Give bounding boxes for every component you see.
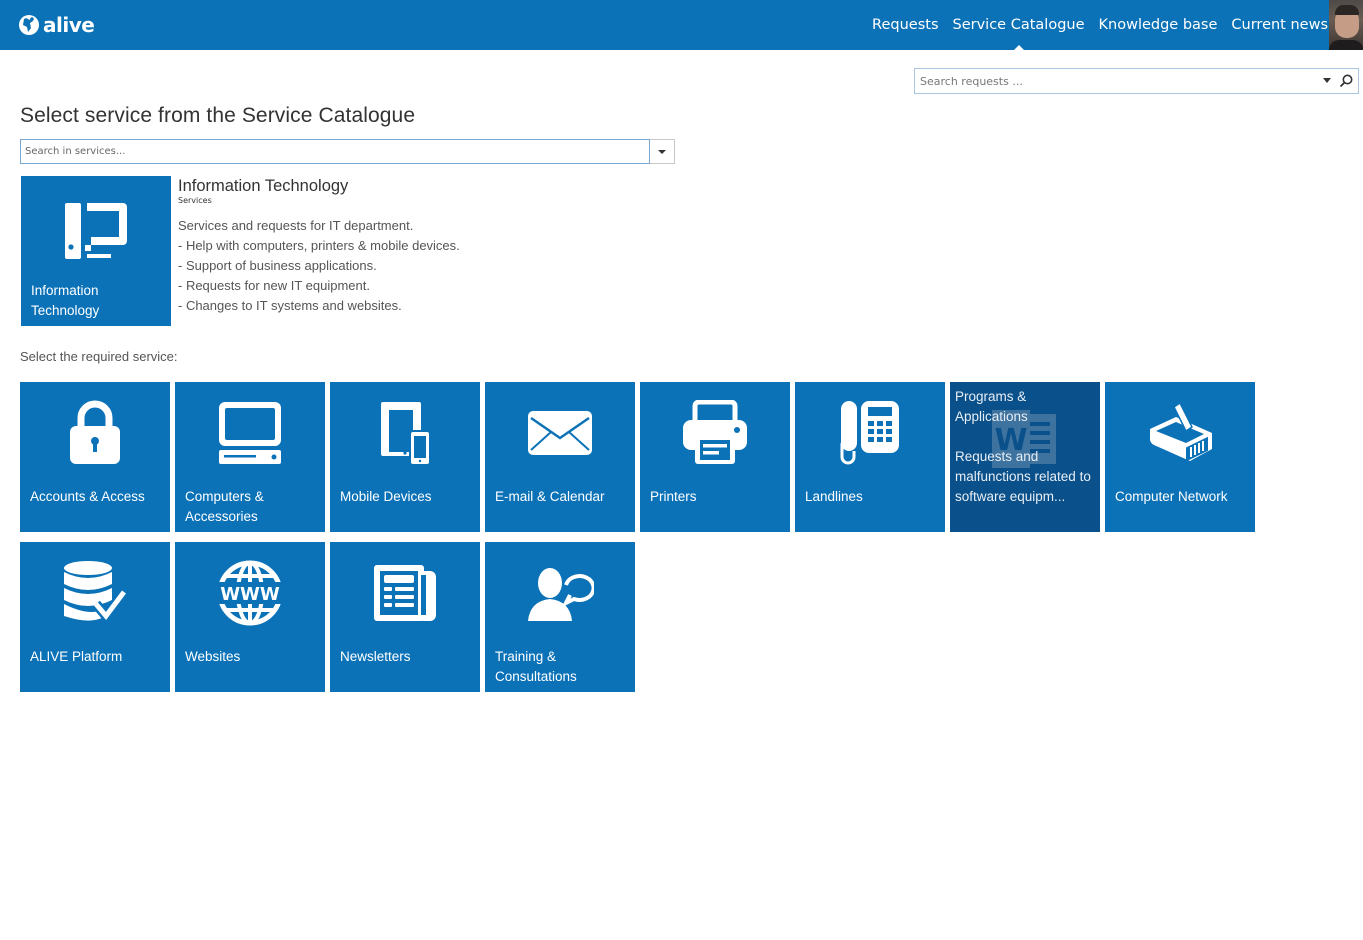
service-tile-computers-accessories[interactable]: Computers & Accessories bbox=[175, 382, 325, 532]
service-tile-label: Newsletters bbox=[340, 649, 411, 664]
person-speech-icon bbox=[485, 558, 635, 628]
service-search-input[interactable] bbox=[20, 139, 650, 164]
nav-service-catalogue[interactable]: Service Catalogue bbox=[953, 0, 1085, 50]
service-tile-description: Requests and malfunctions related to sof… bbox=[955, 449, 1091, 504]
category-subtitle: Services bbox=[178, 196, 212, 205]
database-check-icon bbox=[20, 558, 170, 628]
nav-current-news[interactable]: Current news bbox=[1231, 0, 1328, 50]
request-search bbox=[914, 68, 1359, 94]
request-search-input[interactable] bbox=[915, 69, 1305, 93]
lock-icon bbox=[20, 398, 170, 468]
description-line: - Help with computers, printers & mobile… bbox=[178, 238, 460, 253]
www-globe-icon: WWW bbox=[175, 558, 325, 628]
service-tile-accounts-access[interactable]: Accounts & Access bbox=[20, 382, 170, 532]
logo[interactable]: alive bbox=[18, 12, 95, 38]
network-cable-icon bbox=[1105, 398, 1255, 468]
category-tile-label-line1: Information bbox=[31, 283, 99, 298]
search-icon[interactable] bbox=[1338, 73, 1354, 89]
service-tile-printers[interactable]: Printers bbox=[640, 382, 790, 532]
phone-icon bbox=[795, 398, 945, 468]
service-tile-label: Mobile Devices bbox=[340, 489, 432, 504]
page-title: Select service from the Service Catalogu… bbox=[20, 104, 416, 127]
category-description: Information Technology Services Services… bbox=[178, 176, 460, 316]
svg-text:WWW: WWW bbox=[220, 584, 280, 605]
request-search-dropdown-icon[interactable] bbox=[1322, 76, 1332, 86]
category-tile-label-line2: Technology bbox=[31, 303, 100, 318]
service-tile-label: Computers & Accessories bbox=[185, 489, 264, 524]
service-tile-email-calendar[interactable]: E-mail & Calendar bbox=[485, 382, 635, 532]
alive-globe-icon bbox=[19, 15, 39, 35]
service-tile-label: Accounts & Access bbox=[30, 489, 145, 504]
service-tile-label: ALIVE Platform bbox=[30, 649, 123, 664]
category-title: Information Technology bbox=[178, 177, 349, 195]
service-tile-mobile-devices[interactable]: Mobile Devices bbox=[330, 382, 480, 532]
avatar-hair bbox=[1335, 5, 1359, 15]
service-tile-label: Programs & Applications bbox=[955, 389, 1028, 424]
user-avatar[interactable] bbox=[1329, 0, 1363, 50]
service-search-dropdown-button[interactable] bbox=[650, 139, 675, 164]
mobile-devices-icon bbox=[330, 398, 480, 468]
service-tile-programs-applications[interactable]: W Programs & Applications Requests and m… bbox=[950, 382, 1100, 532]
service-tile-label: E-mail & Calendar bbox=[495, 489, 605, 504]
nav-requests[interactable]: Requests bbox=[872, 0, 938, 50]
envelope-icon bbox=[485, 398, 635, 468]
select-service-label: Select the required service: bbox=[20, 349, 178, 364]
description-line: - Requests for new IT equipment. bbox=[178, 278, 370, 293]
description-line: - Changes to IT systems and websites. bbox=[178, 298, 402, 313]
service-tile-landlines[interactable]: Landlines bbox=[795, 382, 945, 532]
service-tile-label: Printers bbox=[650, 489, 697, 504]
nav-knowledge-base[interactable]: Knowledge base bbox=[1099, 0, 1218, 50]
service-tile-label: Landlines bbox=[805, 489, 863, 504]
description-line: - Support of business applications. bbox=[178, 258, 377, 273]
service-tile-newsletters[interactable]: Newsletters bbox=[330, 542, 480, 692]
logo-text: alive bbox=[43, 13, 95, 37]
category-tile-label: Information Technology bbox=[31, 281, 99, 321]
computer-icon bbox=[175, 398, 325, 468]
service-tile-label: Training & Consultations bbox=[495, 649, 577, 684]
service-tile-label: Websites bbox=[185, 649, 241, 664]
service-tile-computer-network[interactable]: Computer Network bbox=[1105, 382, 1255, 532]
desktop-computer-icon bbox=[21, 196, 171, 266]
description-line: Services and requests for IT department. bbox=[178, 218, 414, 233]
service-tile-alive-platform[interactable]: ALIVE Platform bbox=[20, 542, 170, 692]
service-tile-training-consultations[interactable]: Training & Consultations bbox=[485, 542, 635, 692]
main-nav: Requests Service Catalogue Knowledge bas… bbox=[858, 0, 1328, 50]
top-bar: alive Requests Service Catalogue Knowled… bbox=[0, 0, 1363, 50]
category-tile-information-technology[interactable]: Information Technology bbox=[21, 176, 171, 326]
service-tile-label: Computer Network bbox=[1115, 489, 1228, 504]
service-search bbox=[20, 139, 675, 164]
printer-icon bbox=[640, 398, 790, 468]
newspaper-icon bbox=[330, 558, 480, 628]
avatar-body bbox=[1329, 40, 1363, 50]
category-description-lines: Services and requests for IT department.… bbox=[178, 216, 460, 316]
service-tile-websites[interactable]: WWW Websites bbox=[175, 542, 325, 692]
